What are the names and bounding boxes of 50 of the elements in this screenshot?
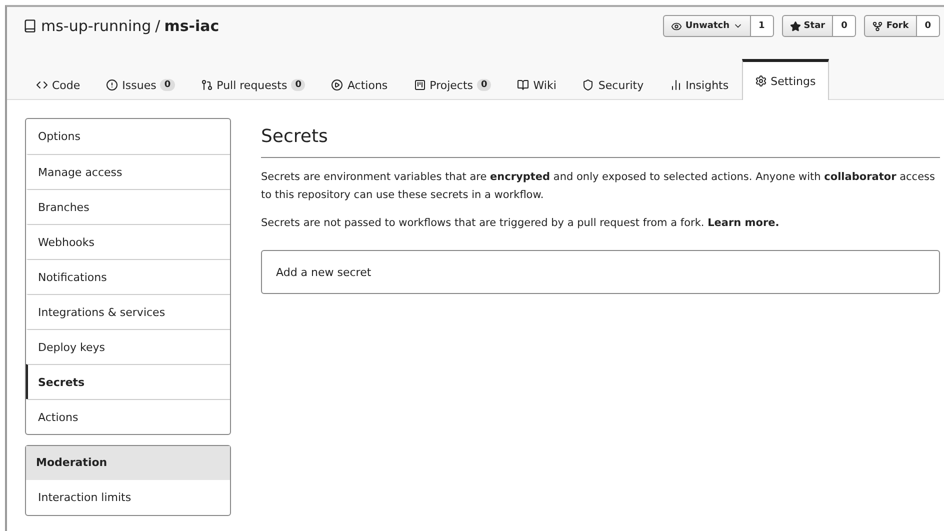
menu-item[interactable]: Notifications bbox=[26, 259, 230, 294]
social-count[interactable]: 0 bbox=[916, 15, 940, 37]
menu-item[interactable]: Deploy keys bbox=[26, 329, 230, 364]
alert-circle-icon bbox=[106, 79, 118, 91]
shield-icon bbox=[582, 79, 594, 91]
watch-button[interactable]: Unwatch bbox=[663, 15, 751, 37]
menu-item[interactable]: Options bbox=[26, 119, 230, 154]
bar-chart-icon bbox=[670, 79, 682, 91]
page-heading: Secrets bbox=[261, 126, 940, 158]
fork-button[interactable]: Fork bbox=[864, 15, 917, 37]
menu-item[interactable]: Branches bbox=[26, 189, 230, 224]
social-count[interactable]: 0 bbox=[833, 15, 856, 37]
repo-tab[interactable]: Pull requests 0 bbox=[188, 67, 318, 100]
menu-item[interactable]: Integrations & services bbox=[26, 294, 230, 329]
repo-name[interactable]: ms-iac bbox=[164, 17, 220, 35]
path-separator: / bbox=[155, 17, 160, 35]
tab-counter: 0 bbox=[160, 79, 175, 91]
repo-tab[interactable]: Insights bbox=[656, 67, 742, 100]
star-button[interactable]: Star bbox=[782, 15, 834, 37]
repo-owner[interactable]: ms-up-running bbox=[41, 17, 152, 35]
code-icon bbox=[36, 79, 48, 91]
learn-more-link[interactable]: Learn more. bbox=[708, 217, 780, 229]
repo-icon bbox=[23, 19, 37, 33]
repo-tab[interactable]: Issues 0 bbox=[93, 67, 188, 100]
book-icon bbox=[517, 79, 530, 91]
description-text: Secrets are environment variables that are encrypted and only exposed to selected actions. Anyone with collaborator access to this repository can use these secrets in a workflow. bbox=[261, 170, 936, 203]
menu-item[interactable]: Manage access bbox=[26, 154, 230, 189]
menu-item[interactable]: Interaction limits bbox=[26, 480, 230, 515]
board-icon bbox=[414, 79, 426, 91]
repo-tab[interactable]: Actions bbox=[318, 67, 401, 100]
tab-counter: 0 bbox=[477, 79, 492, 91]
menu-item[interactable]: Webhooks bbox=[26, 224, 230, 259]
eye-icon bbox=[671, 20, 682, 32]
fork-icon bbox=[872, 20, 884, 32]
repo-tab[interactable]: Code bbox=[23, 67, 94, 100]
add-secret-button[interactable]: Add a new secret bbox=[261, 250, 940, 294]
tab-counter: 0 bbox=[291, 79, 306, 91]
play-icon bbox=[331, 79, 344, 91]
pull-request-icon bbox=[200, 79, 213, 91]
menu-item[interactable]: Actions bbox=[26, 399, 230, 434]
settings-icon bbox=[754, 75, 767, 87]
star-icon bbox=[790, 20, 801, 32]
social-count[interactable]: 1 bbox=[750, 15, 774, 37]
menu-heading: Moderation bbox=[26, 446, 230, 480]
description-text: Secrets are not passed to workflows that are triggered by a pull request from a fork. Learn more. bbox=[261, 216, 780, 231]
repo-tab[interactable]: Security bbox=[569, 67, 657, 100]
repo-tab[interactable]: Settings bbox=[742, 59, 829, 100]
repo-tab[interactable]: Wiki bbox=[504, 67, 570, 100]
repo-tab[interactable]: Projects 0 bbox=[400, 67, 504, 100]
menu-item[interactable]: Secrets bbox=[26, 364, 230, 399]
